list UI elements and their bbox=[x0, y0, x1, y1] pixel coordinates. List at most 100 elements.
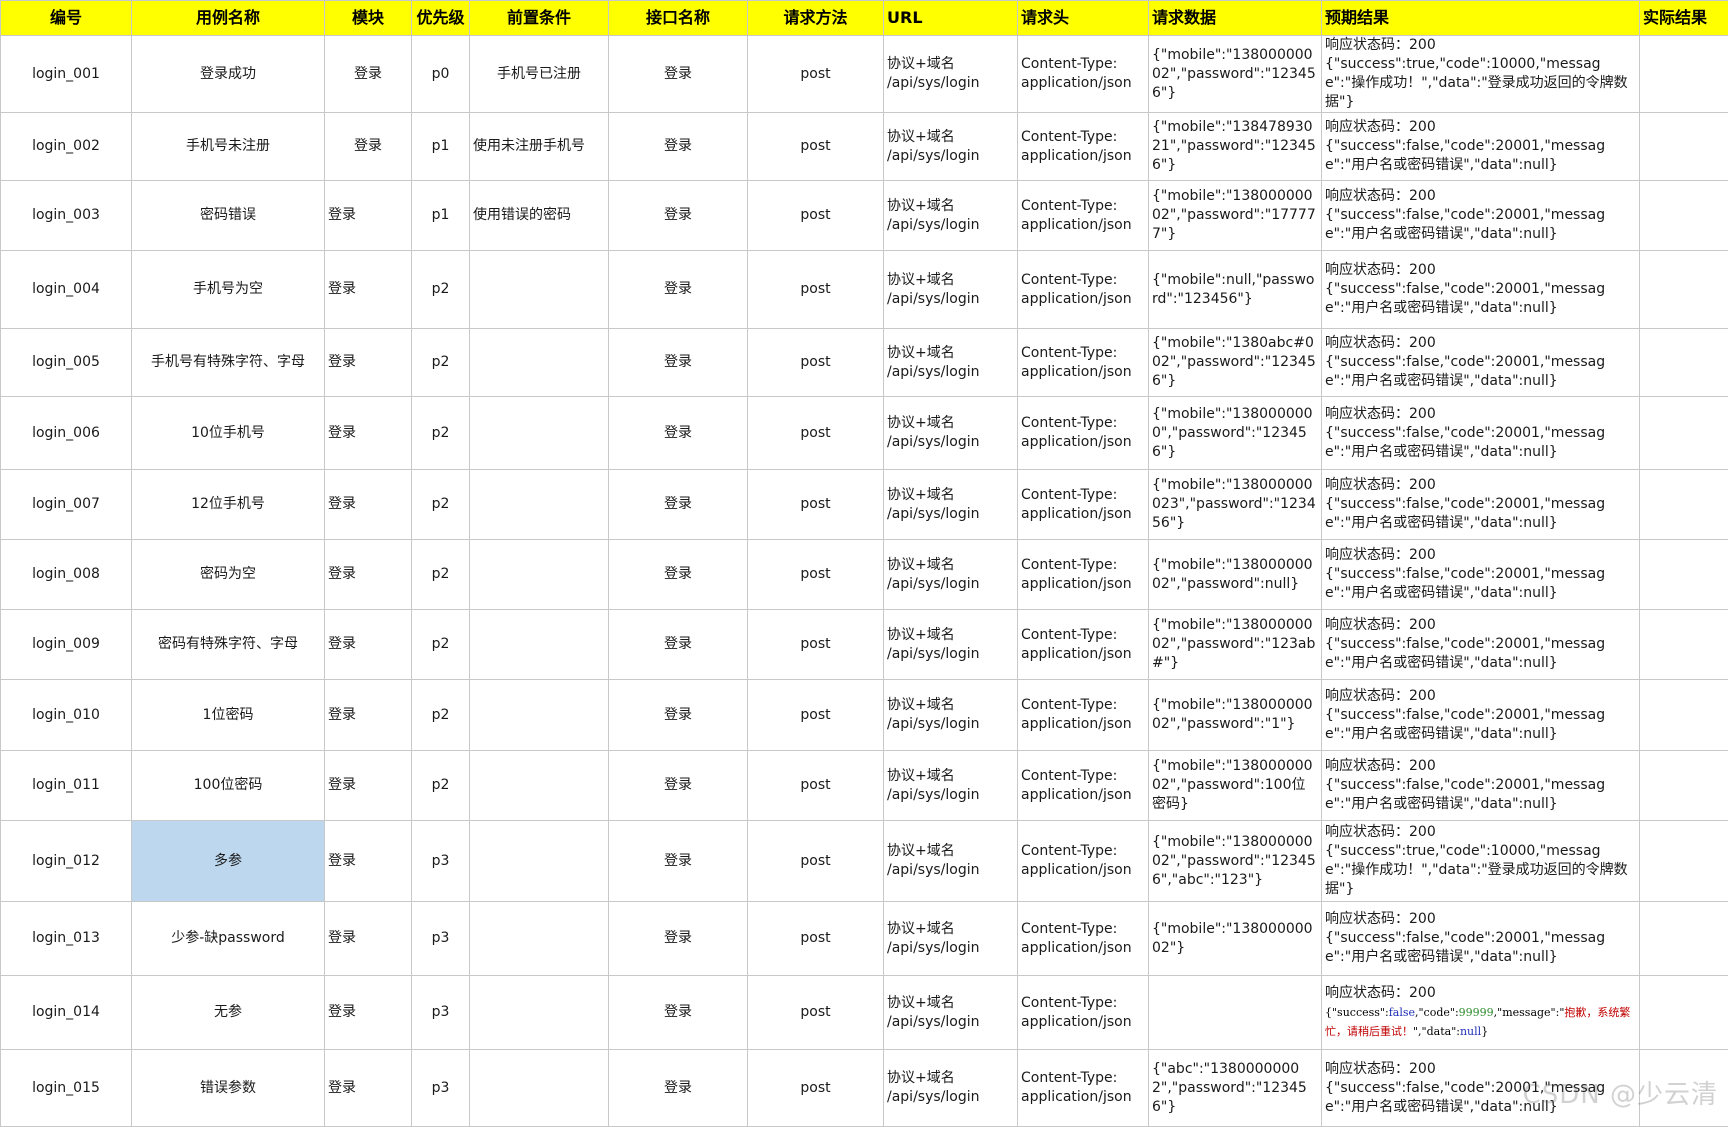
cell-method[interactable]: post bbox=[748, 1050, 884, 1127]
cell-module[interactable]: 登录 bbox=[325, 181, 412, 251]
cell-actual[interactable] bbox=[1640, 540, 1728, 610]
cell-priority[interactable]: p2 bbox=[412, 470, 470, 540]
cell-case-name[interactable]: 手机号有特殊字符、字母 bbox=[132, 329, 325, 397]
cell-case-name[interactable]: 密码错误 bbox=[132, 181, 325, 251]
cell-case-name[interactable]: 密码有特殊字符、字母 bbox=[132, 610, 325, 680]
cell-case-name[interactable]: 手机号未注册 bbox=[132, 113, 325, 181]
cell-module[interactable]: 登录 bbox=[325, 329, 412, 397]
cell-url[interactable]: 协议+域名 /api/sys/login bbox=[884, 329, 1018, 397]
cell-module[interactable]: 登录 bbox=[325, 540, 412, 610]
cell-priority[interactable]: p2 bbox=[412, 680, 470, 751]
cell-api-name[interactable]: 登录 bbox=[609, 902, 748, 976]
cell-actual[interactable] bbox=[1640, 821, 1728, 902]
cell-api-name[interactable]: 登录 bbox=[609, 113, 748, 181]
cell-method[interactable]: post bbox=[748, 540, 884, 610]
cell-case-name[interactable]: 手机号为空 bbox=[132, 251, 325, 329]
cell-id[interactable]: login_002 bbox=[1, 113, 132, 181]
cell-request-data[interactable]: {"mobile":"1380000000","password":"12345… bbox=[1149, 397, 1322, 470]
cell-api-name[interactable]: 登录 bbox=[609, 470, 748, 540]
cell-case-name[interactable]: 错误参数 bbox=[132, 1050, 325, 1127]
header-cell-api[interactable]: 接口名称 bbox=[609, 1, 748, 36]
cell-url[interactable]: 协议+域名 /api/sys/login bbox=[884, 397, 1018, 470]
cell-precondition[interactable] bbox=[470, 1050, 609, 1127]
cell-id[interactable]: login_009 bbox=[1, 610, 132, 680]
cell-priority[interactable]: p1 bbox=[412, 113, 470, 181]
cell-api-name[interactable]: 登录 bbox=[609, 821, 748, 902]
cell-actual[interactable] bbox=[1640, 36, 1728, 113]
cell-expected[interactable]: 响应状态码：200 {"success":true,"code":10000,"… bbox=[1322, 821, 1640, 902]
header-cell-actual[interactable]: 实际结果 bbox=[1640, 1, 1728, 36]
cell-id[interactable]: login_006 bbox=[1, 397, 132, 470]
cell-precondition[interactable] bbox=[470, 751, 609, 821]
cell-request-header[interactable]: Content-Type: application/json bbox=[1018, 540, 1149, 610]
cell-module[interactable]: 登录 bbox=[325, 251, 412, 329]
cell-request-header[interactable]: Content-Type: application/json bbox=[1018, 976, 1149, 1050]
cell-priority[interactable]: p2 bbox=[412, 397, 470, 470]
cell-request-data[interactable]: {"mobile":"13800000002","password":"1777… bbox=[1149, 181, 1322, 251]
cell-module[interactable]: 登录 bbox=[325, 821, 412, 902]
cell-id[interactable]: login_015 bbox=[1, 1050, 132, 1127]
cell-priority[interactable]: p2 bbox=[412, 610, 470, 680]
cell-module[interactable]: 登录 bbox=[325, 36, 412, 113]
cell-precondition[interactable] bbox=[470, 470, 609, 540]
cell-actual[interactable] bbox=[1640, 976, 1728, 1050]
cell-priority[interactable]: p1 bbox=[412, 181, 470, 251]
cell-precondition[interactable]: 手机号已注册 bbox=[470, 36, 609, 113]
cell-actual[interactable] bbox=[1640, 397, 1728, 470]
cell-actual[interactable] bbox=[1640, 751, 1728, 821]
cell-request-header[interactable]: Content-Type: application/json bbox=[1018, 470, 1149, 540]
cell-request-header[interactable]: Content-Type: application/json bbox=[1018, 36, 1149, 113]
cell-priority[interactable]: p2 bbox=[412, 751, 470, 821]
cell-method[interactable]: post bbox=[748, 113, 884, 181]
cell-method[interactable]: post bbox=[748, 36, 884, 113]
cell-module[interactable]: 登录 bbox=[325, 397, 412, 470]
cell-api-name[interactable]: 登录 bbox=[609, 751, 748, 821]
cell-url[interactable]: 协议+域名 /api/sys/login bbox=[884, 181, 1018, 251]
cell-precondition[interactable] bbox=[470, 976, 609, 1050]
cell-method[interactable]: post bbox=[748, 976, 884, 1050]
cell-case-name[interactable]: 密码为空 bbox=[132, 540, 325, 610]
cell-expected[interactable]: 响应状态码：200 {"success":false,"code":20001,… bbox=[1322, 470, 1640, 540]
cell-expected[interactable]: 响应状态码：200 {"success":false,"code":20001,… bbox=[1322, 251, 1640, 329]
cell-request-data[interactable]: {"mobile":"13800000002","password":null} bbox=[1149, 540, 1322, 610]
cell-priority[interactable]: p3 bbox=[412, 902, 470, 976]
cell-request-header[interactable]: Content-Type: application/json bbox=[1018, 680, 1149, 751]
cell-precondition[interactable] bbox=[470, 902, 609, 976]
cell-case-name[interactable]: 1位密码 bbox=[132, 680, 325, 751]
cell-url[interactable]: 协议+域名 /api/sys/login bbox=[884, 470, 1018, 540]
cell-priority[interactable]: p2 bbox=[412, 251, 470, 329]
cell-expected[interactable]: 响应状态码：200 {"success":false,"code":20001,… bbox=[1322, 540, 1640, 610]
cell-method[interactable]: post bbox=[748, 181, 884, 251]
cell-id[interactable]: login_010 bbox=[1, 680, 132, 751]
header-cell-module[interactable]: 模块 bbox=[325, 1, 412, 36]
cell-actual[interactable] bbox=[1640, 680, 1728, 751]
cell-method[interactable]: post bbox=[748, 397, 884, 470]
cell-precondition[interactable]: 使用未注册手机号 bbox=[470, 113, 609, 181]
cell-precondition[interactable] bbox=[470, 397, 609, 470]
cell-api-name[interactable]: 登录 bbox=[609, 251, 748, 329]
cell-request-data[interactable]: {"mobile":"13800000002","password":"1234… bbox=[1149, 821, 1322, 902]
cell-url[interactable]: 协议+域名 /api/sys/login bbox=[884, 680, 1018, 751]
cell-request-header[interactable]: Content-Type: application/json bbox=[1018, 397, 1149, 470]
cell-url[interactable]: 协议+域名 /api/sys/login bbox=[884, 540, 1018, 610]
cell-api-name[interactable]: 登录 bbox=[609, 329, 748, 397]
cell-precondition[interactable] bbox=[470, 821, 609, 902]
cell-request-data[interactable]: {"mobile":"13800000002","password":"1"} bbox=[1149, 680, 1322, 751]
cell-id[interactable]: login_008 bbox=[1, 540, 132, 610]
cell-expected[interactable]: 响应状态码：200 {"success":false,"code":20001,… bbox=[1322, 610, 1640, 680]
cell-api-name[interactable]: 登录 bbox=[609, 1050, 748, 1127]
cell-expected[interactable]: 响应状态码：200 {"success":false,"code":20001,… bbox=[1322, 113, 1640, 181]
cell-id[interactable]: login_007 bbox=[1, 470, 132, 540]
header-cell-precondition[interactable]: 前置条件 bbox=[470, 1, 609, 36]
cell-precondition[interactable] bbox=[470, 680, 609, 751]
cell-actual[interactable] bbox=[1640, 181, 1728, 251]
cell-request-header[interactable]: Content-Type: application/json bbox=[1018, 181, 1149, 251]
cell-priority[interactable]: p2 bbox=[412, 329, 470, 397]
header-cell-expected[interactable]: 预期结果 bbox=[1322, 1, 1640, 36]
cell-precondition[interactable] bbox=[470, 540, 609, 610]
cell-module[interactable]: 登录 bbox=[325, 976, 412, 1050]
cell-precondition[interactable] bbox=[470, 251, 609, 329]
cell-api-name[interactable]: 登录 bbox=[609, 397, 748, 470]
cell-request-header[interactable]: Content-Type: application/json bbox=[1018, 610, 1149, 680]
cell-request-header[interactable]: Content-Type: application/json bbox=[1018, 902, 1149, 976]
